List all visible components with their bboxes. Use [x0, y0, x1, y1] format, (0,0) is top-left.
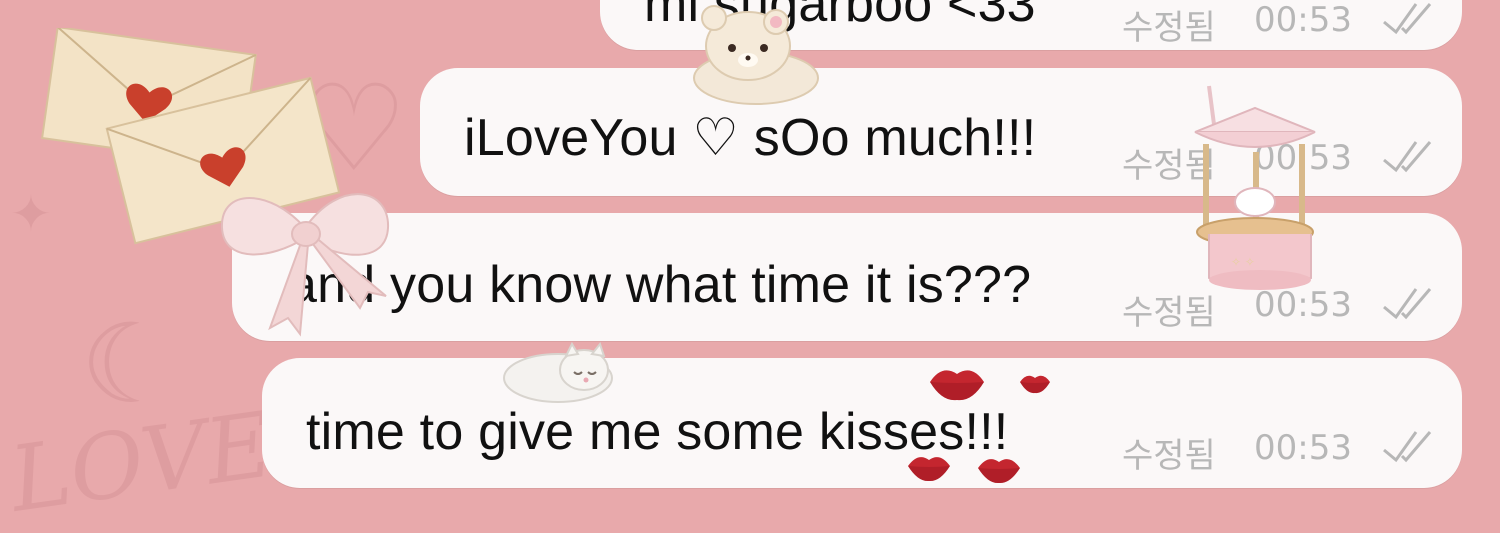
lipstick-kiss-sticker: [1020, 375, 1050, 394]
message-time: 00:53: [1254, 428, 1352, 468]
svg-text:✧ ✧: ✧ ✧: [1231, 255, 1255, 269]
message-text: iLoveYou ♡ sOo much!!!: [464, 109, 1037, 167]
edited-label: 수정됨: [1122, 436, 1216, 476]
double-check-icon: [1383, 431, 1432, 463]
double-check-icon: [1383, 141, 1432, 173]
sleeping-cat-sticker: [503, 341, 613, 403]
background-swirl-doodle: ☾: [80, 300, 179, 428]
edited-label: 수정됨: [1122, 8, 1216, 48]
double-check-icon: [1383, 288, 1432, 320]
message-time: 00:53: [1254, 0, 1352, 40]
background-sparkle-doodle: ✦: [10, 185, 52, 243]
lipstick-kiss-sticker: [908, 457, 950, 482]
lipstick-kiss-sticker: [930, 370, 984, 401]
lipstick-kiss-sticker: [978, 459, 1020, 484]
carousel-sticker: ✧ ✧: [1194, 85, 1316, 290]
message-text: time to give me some kisses!!!: [306, 403, 1009, 461]
message-bubble[interactable]: time to give me some kisses!!! 수정됨 00:53: [262, 358, 1462, 488]
bear-plush-sticker: [693, 5, 819, 105]
bow-sticker: [220, 193, 390, 337]
double-check-icon: [1383, 3, 1432, 35]
